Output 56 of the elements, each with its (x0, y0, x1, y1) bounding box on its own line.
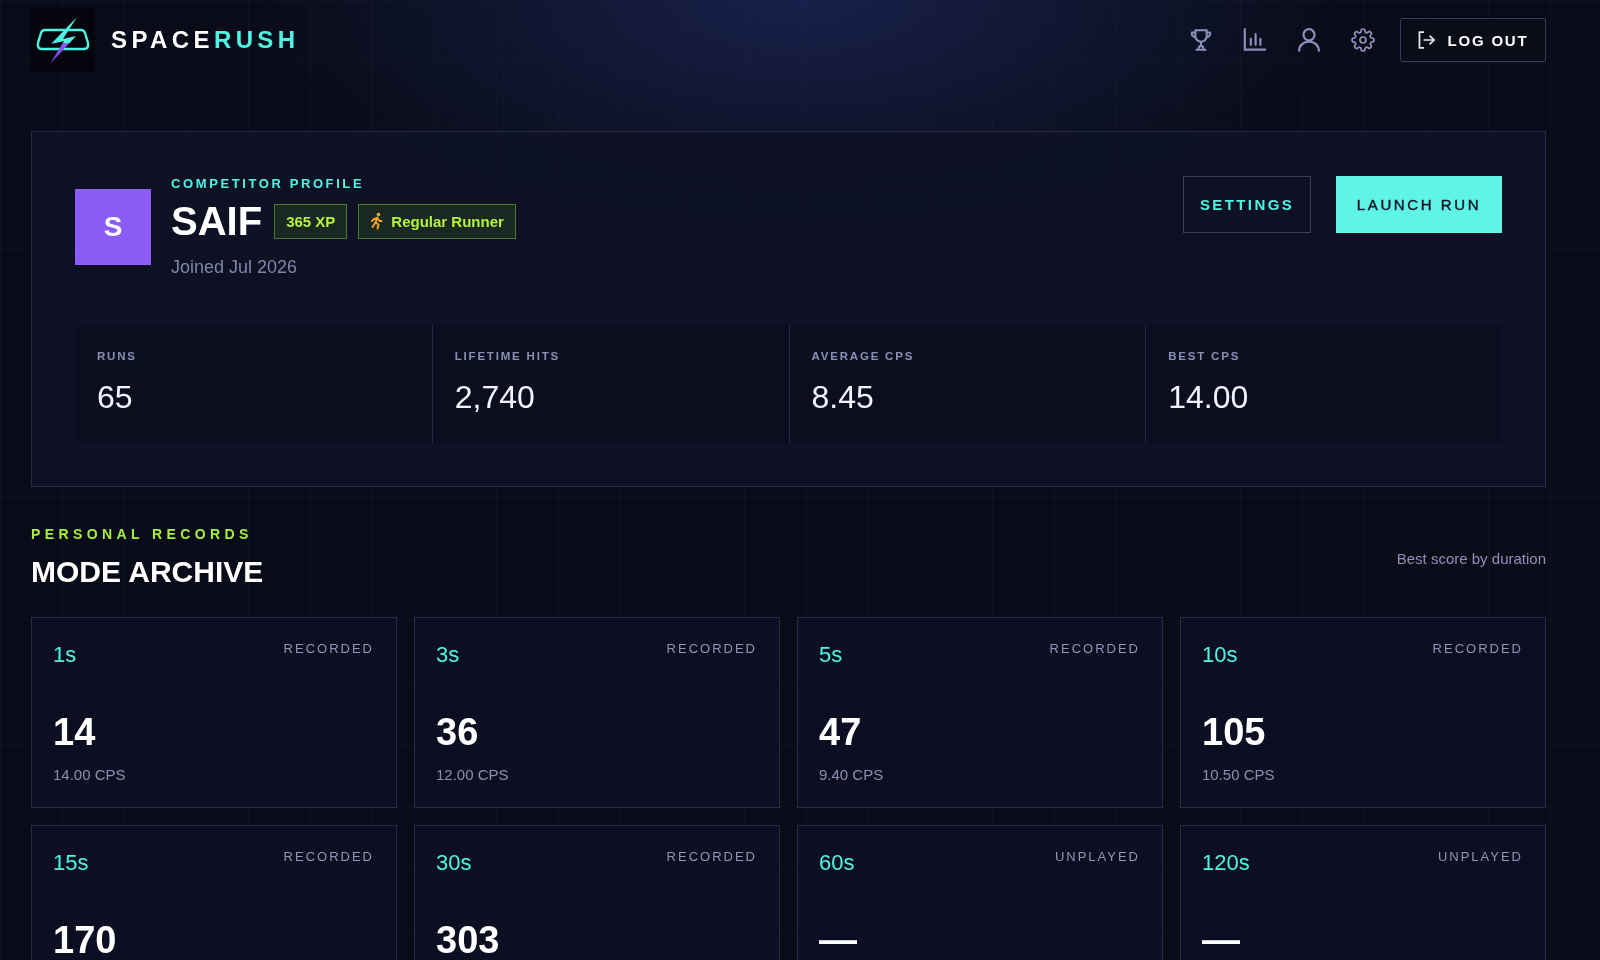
mode-score: 170 (53, 921, 117, 959)
bar-chart-icon[interactable] (1243, 28, 1267, 52)
mode-status: RECORDED (666, 849, 757, 865)
player-name: SAIF (171, 198, 263, 244)
mode-status: UNPLAYED (1054, 849, 1140, 865)
mode-cps: 9.40 CPS (819, 766, 884, 784)
stat-label: RUNS (97, 349, 137, 363)
settings-button[interactable]: SETTINGS (1183, 176, 1311, 233)
stat-value: 65 (97, 379, 133, 415)
stat-label: LIFETIME HITS (454, 349, 560, 363)
mode-duration: 10s (1202, 641, 1238, 669)
mode-score: — (1202, 921, 1240, 959)
mode-score: 36 (436, 713, 479, 751)
mode-status: UNPLAYED (1437, 849, 1523, 865)
logo-icon (31, 8, 95, 72)
section-eyebrow: COMPETITOR PROFILE (171, 176, 365, 192)
mode-cps: 12.00 CPS (436, 766, 509, 784)
user-icon[interactable] (1297, 28, 1321, 52)
mode-score: 47 (819, 713, 862, 751)
section-eyebrow: PERSONAL RECORDS (31, 526, 253, 542)
mode-duration: 5s (819, 641, 843, 669)
runner-icon (370, 212, 384, 230)
section-title: MODE ARCHIVE (31, 554, 264, 590)
section-note: Best score by duration (1396, 549, 1546, 567)
badge-label: Regular Runner (391, 212, 504, 230)
mode-score: 303 (436, 921, 500, 959)
stat-label: BEST CPS (1168, 349, 1241, 363)
settings-icon[interactable] (1351, 28, 1375, 52)
xp-badge: 365 XP (274, 203, 348, 239)
stat-label: AVERAGE CPS (811, 349, 915, 363)
mode-cps: 14.00 CPS (53, 766, 126, 784)
mode-duration: 1s (53, 641, 77, 669)
mode-score: 14 (53, 713, 96, 751)
mode-status: RECORDED (1049, 641, 1140, 657)
mode-status: RECORDED (1432, 641, 1523, 657)
mode-status: RECORDED (283, 641, 374, 657)
mode-duration: 120s (1202, 849, 1250, 877)
mode-duration: 30s (436, 849, 472, 877)
trophy-icon[interactable] (1189, 28, 1213, 52)
logout-icon (1417, 31, 1435, 49)
stat-value: 14.00 (1168, 379, 1249, 415)
logout-button[interactable]: LOG OUT (1400, 18, 1546, 62)
stat-value: 2,740 (454, 379, 535, 415)
mode-duration: 3s (436, 641, 460, 669)
mode-cps: 10.50 CPS (1202, 766, 1275, 784)
launch-run-button[interactable]: LAUNCH RUN (1336, 176, 1502, 233)
mode-score: — (819, 921, 857, 959)
mode-duration: 15s (53, 849, 89, 877)
joined-date: Joined Jul 2026 (171, 256, 298, 278)
mode-duration: 60s (819, 849, 855, 877)
stat-value: 8.45 (811, 379, 874, 415)
mode-status: RECORDED (283, 849, 374, 865)
brand-wordmark: SPACE RUSH (111, 26, 300, 54)
mode-score: 105 (1202, 713, 1266, 751)
mode-status: RECORDED (666, 641, 757, 657)
avatar: S (75, 189, 151, 265)
